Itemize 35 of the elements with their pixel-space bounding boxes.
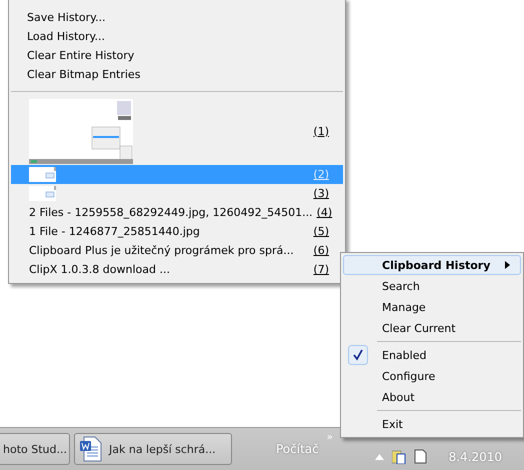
menu-item[interactable]: Exit [343,414,521,434]
entry-number: (2) [313,168,329,181]
menu-item[interactable]: Load History... [9,27,345,46]
menu-item[interactable]: About [343,387,521,407]
menu-item[interactable]: Search [343,276,521,296]
entry-text: ClipX 1.0.3.8 download ... [29,263,170,276]
entry-number: (3) [313,187,329,200]
history-entry[interactable]: ClipX 1.0.3.8 download ... (7) [11,260,343,279]
menu-item[interactable]: Clear Entire History [9,46,345,65]
check-menu-item[interactable]: Enabled [343,345,521,365]
taskbar-button[interactable]: hoto Stud... [0,433,70,465]
history-entry[interactable]: 1 File - 1246877_25851440.jpg (5) [11,222,343,241]
taskbar-button[interactable]: Jak na lepší schrá... [74,433,232,465]
entry-number: (7) [313,263,329,276]
submenu-item[interactable]: Clipboard History [343,255,521,275]
history-entry[interactable]: (3) [11,184,343,203]
clipboard-icon[interactable] [392,450,406,464]
entry-number: (6) [313,244,329,257]
entry-number: (4) [316,206,332,219]
document-icon[interactable] [414,449,427,464]
entry-text: 2 Files - 1259558_68292449.jpg, 1260492_54501... [29,206,313,219]
menu-item[interactable]: Configure [343,366,521,386]
menu-item[interactable]: Clear Current [343,318,521,338]
menu-item[interactable]: Clear Bitmap Entries [9,65,345,84]
history-entry[interactable]: Clipboard Plus je užitečný prográmek pro sprá... (6) [11,241,343,260]
entry-text: 1 File - 1246877_25851440.jpg [29,225,200,238]
entry-number: (1) [313,124,329,138]
word-document-icon [79,436,103,462]
history-entry[interactable]: (1) [11,97,343,165]
submenu-arrow-icon [505,261,510,269]
menu-item[interactable]: Save History... [9,8,345,27]
entry-number: (5) [313,225,329,238]
entry-text: Clipboard Plus je užitečný prográmek pro sprá... [29,244,294,257]
menu-item[interactable]: Manage [343,297,521,317]
history-entry[interactable]: 2 Files - 1259558_68292449.jpg, 1260492_54501... (4) [11,203,343,222]
